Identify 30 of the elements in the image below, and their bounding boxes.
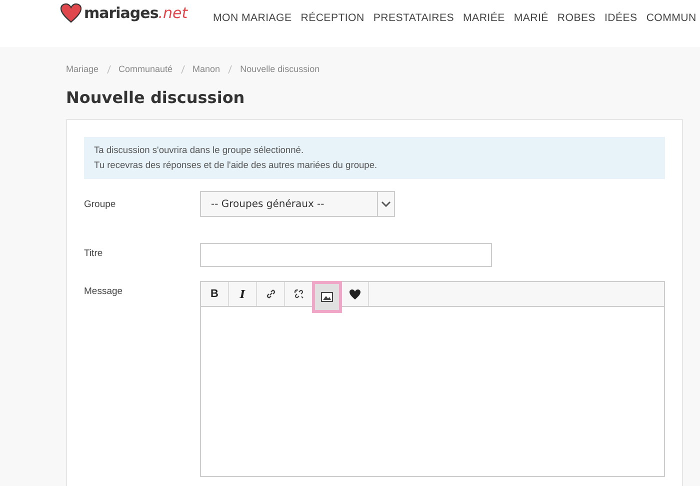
bold-button[interactable]: B <box>201 282 229 306</box>
separator-icon <box>228 64 232 74</box>
nav-link[interactable]: RÉCEPTION <box>300 12 364 24</box>
group-select[interactable]: -- Groupes généraux -- <box>200 191 395 217</box>
info-text: Ta discussion s'ouvrira dans le groupe sélectionné. <box>94 144 305 157</box>
nav-link[interactable]: ROBES <box>557 12 596 24</box>
link-icon <box>264 288 276 300</box>
nav-link[interactable]: PRESTATAIRES <box>373 12 454 24</box>
caret-icon <box>381 201 391 207</box>
nav-link[interactable]: MARIÉE <box>463 12 505 24</box>
heart-icon <box>60 3 82 23</box>
italic-button[interactable]: I <box>229 282 257 306</box>
logo[interactable]: mariages.net <box>60 3 200 23</box>
info-text: Tu recevras des réponses et de l'aide des autres mariées du groupe. <box>94 159 378 172</box>
image-button[interactable] <box>313 282 341 312</box>
field-label: Groupe <box>84 198 117 210</box>
heart-icon <box>348 288 360 300</box>
nav-link[interactable]: IDÉES <box>604 12 638 24</box>
unlink-icon <box>292 288 304 300</box>
title-field[interactable] <box>200 243 492 267</box>
field-label: Message <box>84 286 124 297</box>
nav-link[interactable]: MARIÉ <box>514 12 548 24</box>
page-title: Nouvelle discussion <box>66 88 246 107</box>
nav-link[interactable]: COMMUN <box>646 12 696 24</box>
separator-icon <box>106 64 111 74</box>
nav-link[interactable]: MON MARIAGE <box>213 12 292 24</box>
image-icon <box>320 292 332 302</box>
separator-icon <box>180 64 185 74</box>
field-label: Titre <box>84 248 104 259</box>
breadcrumb-current: Nouvelle discussion <box>240 64 320 74</box>
